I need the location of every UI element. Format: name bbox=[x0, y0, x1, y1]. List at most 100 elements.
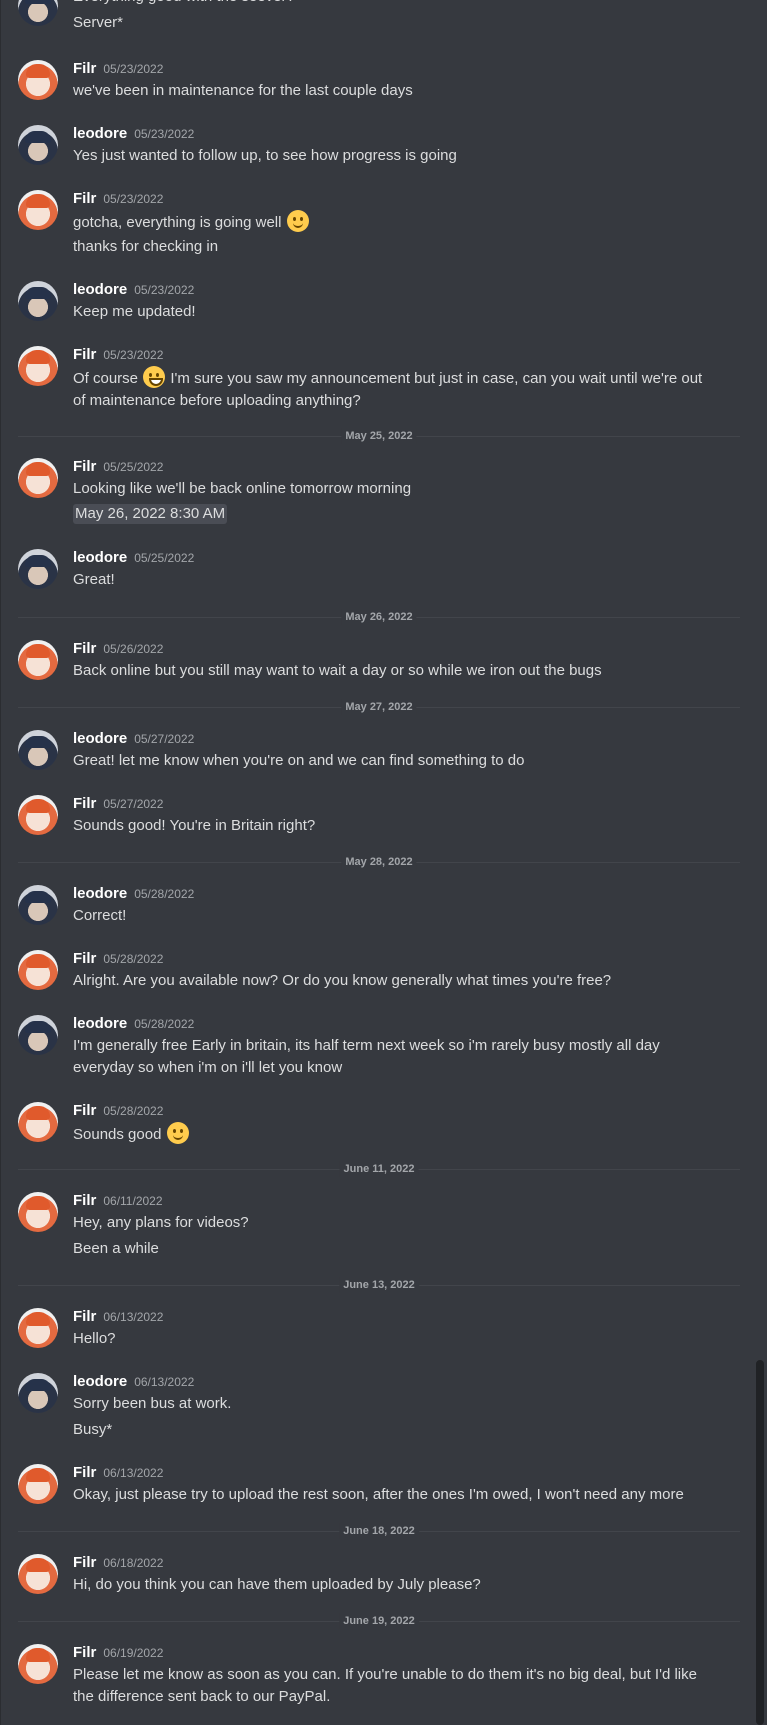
username[interactable]: Filr bbox=[73, 458, 96, 475]
username[interactable]: leodore bbox=[73, 730, 127, 747]
timestamp[interactable]: 06/19/2022 bbox=[103, 1646, 163, 1660]
message-header: leodore 05/25/2022 bbox=[73, 549, 194, 569]
timestamp[interactable]: 06/13/2022 bbox=[103, 1466, 163, 1480]
avatar[interactable] bbox=[18, 1464, 58, 1504]
username[interactable]: Filr bbox=[73, 1192, 96, 1209]
slightly-smiling-face-icon[interactable] bbox=[166, 1122, 189, 1144]
username[interactable]: Filr bbox=[73, 1308, 96, 1325]
timestamp[interactable]: 05/28/2022 bbox=[134, 1017, 194, 1031]
avatar[interactable] bbox=[18, 458, 58, 498]
timestamp[interactable]: 05/25/2022 bbox=[103, 460, 163, 474]
message-text: Hey, any plans for videos? bbox=[73, 1214, 249, 1231]
username[interactable]: Filr bbox=[73, 1554, 96, 1571]
username[interactable]: Filr bbox=[73, 346, 96, 363]
message-text-part: Sounds good bbox=[73, 1126, 162, 1143]
message-text-part: I'm sure you saw my announcement but jus… bbox=[73, 370, 703, 409]
date-divider: June 19, 2022 bbox=[18, 1613, 740, 1629]
message-text: I'm generally free Early in britain, its… bbox=[73, 1037, 660, 1076]
message-text: Everything good with the seever? bbox=[73, 0, 713, 8]
scrollbar-thumb[interactable] bbox=[756, 1360, 764, 1725]
message-text-part: gotcha, everything is going well bbox=[73, 214, 282, 231]
timestamp[interactable]: 05/23/2022 bbox=[103, 192, 163, 206]
message-header: Filr 05/23/2022 bbox=[73, 346, 163, 366]
username[interactable]: Filr bbox=[73, 950, 96, 967]
date-divider: May 25, 2022 bbox=[18, 428, 740, 444]
date-divider-label: May 26, 2022 bbox=[341, 609, 417, 625]
message-header: Filr 06/11/2022 bbox=[73, 1192, 163, 1212]
username[interactable]: Filr bbox=[73, 795, 96, 812]
timestamp[interactable]: 06/13/2022 bbox=[134, 1375, 194, 1389]
date-divider-label: June 18, 2022 bbox=[339, 1523, 419, 1539]
avatar[interactable] bbox=[18, 549, 58, 589]
username[interactable]: Filr bbox=[73, 640, 96, 657]
message-header: Filr 05/26/2022 bbox=[73, 640, 163, 660]
timestamp[interactable]: 06/13/2022 bbox=[103, 1310, 163, 1324]
username[interactable]: leodore bbox=[73, 125, 127, 142]
username[interactable]: leodore bbox=[73, 885, 127, 902]
username[interactable]: leodore bbox=[73, 281, 127, 298]
avatar[interactable] bbox=[18, 125, 58, 165]
avatar[interactable] bbox=[18, 190, 58, 230]
message-header: Filr 05/23/2022 bbox=[73, 190, 163, 210]
username[interactable]: leodore bbox=[73, 1373, 127, 1390]
avatar[interactable] bbox=[18, 885, 58, 925]
timestamp[interactable]: 05/23/2022 bbox=[134, 283, 194, 297]
timestamp[interactable]: 05/27/2022 bbox=[134, 732, 194, 746]
date-divider: June 11, 2022 bbox=[18, 1161, 740, 1177]
username[interactable]: Filr bbox=[73, 60, 96, 77]
avatar[interactable] bbox=[18, 60, 58, 100]
message-text: Alright. Are you available now? Or do yo… bbox=[73, 972, 612, 989]
date-divider-label: May 27, 2022 bbox=[341, 699, 417, 715]
message-text: Server* bbox=[73, 14, 124, 31]
avatar[interactable] bbox=[18, 1192, 58, 1232]
message-text: gotcha, everything is going well bbox=[73, 210, 713, 234]
timestamp[interactable]: 05/23/2022 bbox=[103, 348, 163, 362]
date-divider-label: May 25, 2022 bbox=[341, 428, 417, 444]
timestamp[interactable]: 05/26/2022 bbox=[103, 642, 163, 656]
message-text: Busy* bbox=[73, 1421, 113, 1438]
timestamp[interactable]: 05/28/2022 bbox=[134, 887, 194, 901]
message-list[interactable]: Everything good with the seever? Server*… bbox=[0, 0, 748, 1725]
username[interactable]: Filr bbox=[73, 190, 96, 207]
date-divider: June 18, 2022 bbox=[18, 1523, 740, 1539]
timestamp[interactable]: 05/23/2022 bbox=[134, 127, 194, 141]
message-text: Sounds good bbox=[73, 1122, 713, 1146]
avatar[interactable] bbox=[18, 1373, 58, 1413]
avatar[interactable] bbox=[18, 1102, 58, 1142]
message-text: Great! let me know when you're on and we… bbox=[73, 752, 525, 769]
avatar[interactable] bbox=[18, 795, 58, 835]
timestamp[interactable]: 05/27/2022 bbox=[103, 797, 163, 811]
username[interactable]: Filr bbox=[73, 1644, 96, 1661]
message-text: Great! bbox=[73, 571, 115, 588]
message-text: thanks for checking in bbox=[73, 238, 219, 255]
avatar[interactable] bbox=[18, 346, 58, 386]
message-text: Looking like we'll be back online tomorr… bbox=[73, 480, 412, 497]
username[interactable]: leodore bbox=[73, 1015, 127, 1032]
timestamp[interactable]: 05/28/2022 bbox=[103, 952, 163, 966]
avatar[interactable] bbox=[18, 1308, 58, 1348]
avatar[interactable] bbox=[18, 730, 58, 770]
grinning-face-icon[interactable] bbox=[143, 366, 166, 388]
date-divider: May 26, 2022 bbox=[18, 609, 740, 625]
avatar[interactable] bbox=[18, 0, 58, 26]
message-header: Filr 06/19/2022 bbox=[73, 1644, 163, 1664]
timestamp[interactable]: 05/28/2022 bbox=[103, 1104, 163, 1118]
avatar[interactable] bbox=[18, 950, 58, 990]
username[interactable]: leodore bbox=[73, 549, 127, 566]
avatar[interactable] bbox=[18, 281, 58, 321]
message-text: Okay, just please try to upload the rest… bbox=[73, 1486, 684, 1503]
avatar[interactable] bbox=[18, 640, 58, 680]
avatar[interactable] bbox=[18, 1015, 58, 1055]
username[interactable]: Filr bbox=[73, 1464, 96, 1481]
slightly-smiling-face-icon[interactable] bbox=[286, 210, 309, 232]
username[interactable]: Filr bbox=[73, 1102, 96, 1119]
avatar[interactable] bbox=[18, 1644, 58, 1684]
timestamp[interactable]: 05/25/2022 bbox=[134, 551, 194, 565]
timestamp[interactable]: 06/18/2022 bbox=[103, 1556, 163, 1570]
avatar[interactable] bbox=[18, 1554, 58, 1594]
message-header: leodore 05/28/2022 bbox=[73, 885, 194, 905]
timestamp-mention[interactable]: May 26, 2022 8:30 AM bbox=[73, 504, 228, 524]
timestamp[interactable]: 06/11/2022 bbox=[103, 1194, 162, 1208]
timestamp[interactable]: 05/23/2022 bbox=[103, 62, 163, 76]
message-header: Filr 06/13/2022 bbox=[73, 1308, 163, 1328]
